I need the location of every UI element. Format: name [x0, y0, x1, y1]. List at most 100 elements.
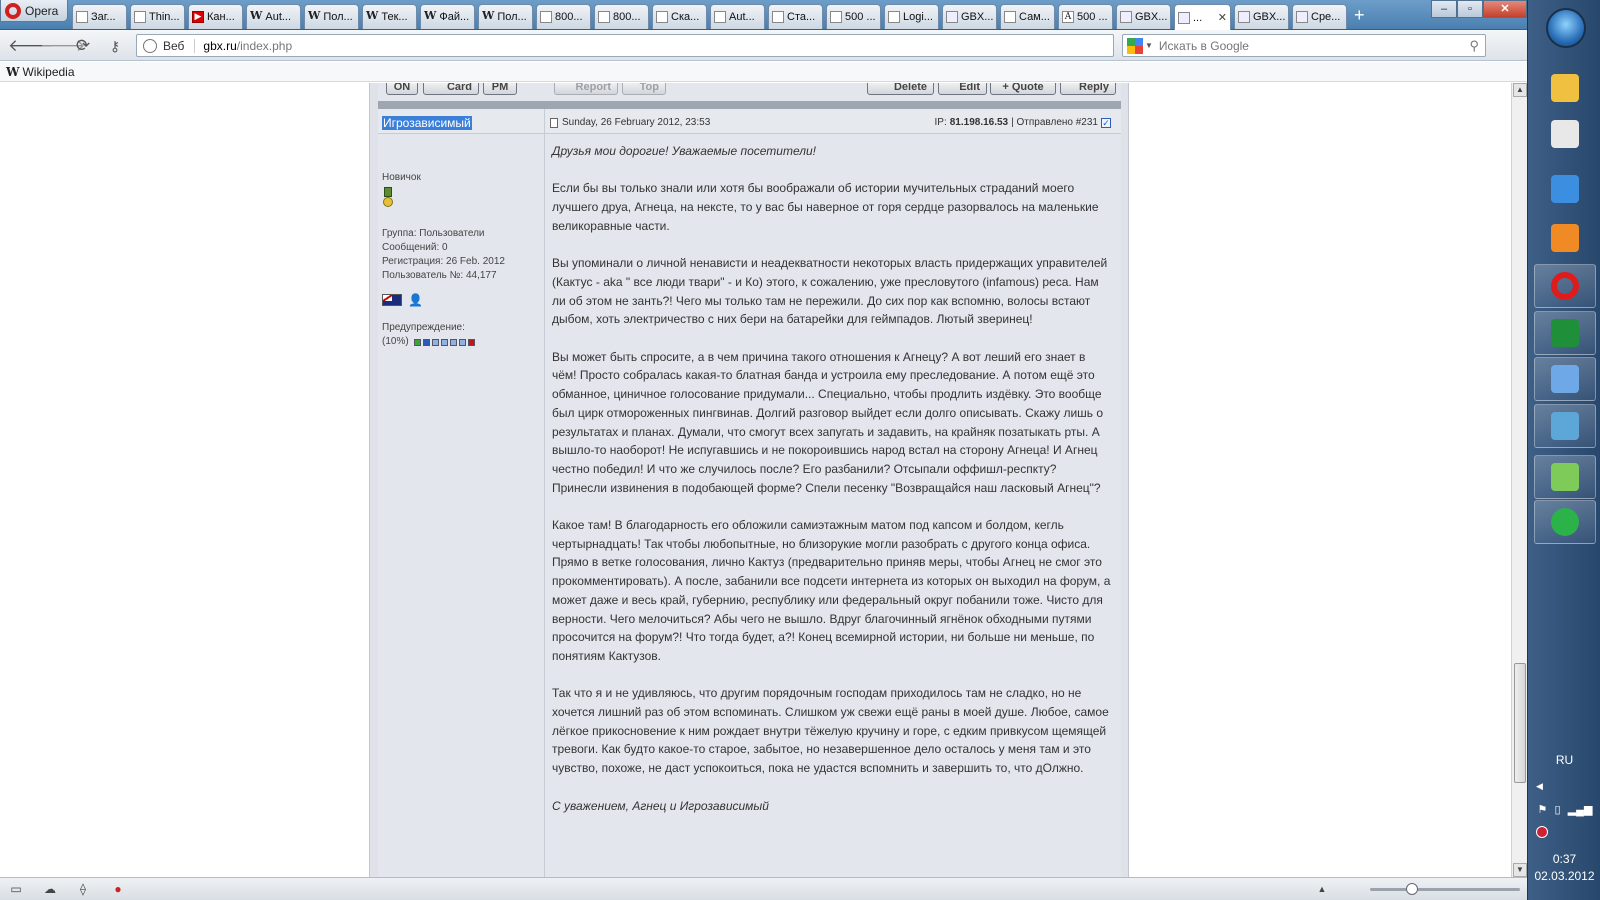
browser-tab[interactable]: Сам... — [1000, 4, 1055, 29]
user-number: Пользователь №: 44,177 — [382, 270, 497, 281]
taskbar-app-control-panel[interactable] — [1534, 357, 1596, 401]
taskbar-app-explorer[interactable] — [1534, 66, 1596, 110]
zoom-slider[interactable] — [1370, 888, 1520, 891]
zone-label: Веб — [163, 38, 196, 53]
post-header: Игрозависимый Sunday, 26 February 2012, … — [378, 109, 1121, 134]
page-icon — [76, 11, 88, 23]
close-window-button[interactable]: ✕ — [1483, 0, 1527, 18]
browser-tab[interactable]: Сре... — [1292, 4, 1347, 29]
card-button[interactable]: Card — [423, 83, 479, 95]
scroll-up-icon[interactable]: ▲ — [1513, 83, 1527, 97]
zoom-slider-knob[interactable] — [1406, 883, 1418, 895]
taskbar-app-media-player[interactable] — [1534, 216, 1596, 260]
pm-button[interactable]: PM — [483, 83, 517, 95]
browser-tab[interactable]: W Aut... — [246, 4, 301, 29]
browser-tab[interactable]: GBX... — [1116, 4, 1171, 29]
sent-label[interactable]: | Отправлено #231 — [1011, 117, 1098, 128]
report-button[interactable]: Report — [554, 83, 618, 95]
bookmarks-bar: W Wikipedia — [0, 62, 1527, 82]
post-author-link[interactable]: Игрозависимый — [382, 116, 472, 130]
taskbar-app-notepad[interactable] — [1534, 112, 1596, 156]
tray-expand-icon[interactable]: ◀ — [1536, 781, 1543, 792]
cloud-icon[interactable]: ☁ — [42, 882, 58, 896]
post-date-text: Sunday, 26 February 2012, 23:53 — [562, 117, 711, 128]
close-tab-icon[interactable]: ✕ — [1218, 11, 1227, 24]
tab-label: GBX... — [1253, 11, 1285, 23]
browser-tab[interactable]: W Фай... — [420, 4, 475, 29]
top-button[interactable]: Top — [622, 83, 666, 95]
browser-tab[interactable]: 500 ... — [826, 4, 881, 29]
browser-tab[interactable]: Заг... — [72, 4, 127, 29]
browser-tab[interactable]: GBX... — [1234, 4, 1289, 29]
browser-tab[interactable]: Cка... — [652, 4, 707, 29]
search-field[interactable]: ▼ ⚲ — [1122, 34, 1486, 57]
search-icon[interactable]: ⚲ — [1469, 38, 1479, 54]
browser-tab[interactable]: Aut... — [710, 4, 765, 29]
browser-tab[interactable]: ... ✕ — [1174, 4, 1231, 30]
new-tab-button[interactable]: + — [1354, 4, 1365, 30]
start-button[interactable] — [1546, 8, 1586, 48]
vertical-scrollbar[interactable]: ▲ ▼ — [1511, 83, 1527, 877]
on-button[interactable]: ON — [386, 83, 418, 95]
battery-icon[interactable]: ▯ — [1555, 803, 1561, 816]
taskbar-app-internet-explorer[interactable] — [1534, 167, 1596, 211]
address-bar[interactable]: Веб gbx.ru/index.php — [136, 34, 1114, 57]
browser-tab[interactable]: 800... — [594, 4, 649, 29]
bookmark-wikipedia[interactable]: Wikipedia — [22, 65, 74, 79]
clock-date[interactable]: 02.03.2012 — [1528, 869, 1600, 883]
taskbar-app-picture-viewer[interactable] — [1534, 404, 1596, 448]
browser-tab[interactable]: Thin... — [130, 4, 185, 29]
tab-label: Ста... — [787, 11, 816, 23]
taskbar-app-excel[interactable] — [1534, 311, 1596, 355]
back-button[interactable]: 🡐 — [8, 35, 54, 57]
language-indicator[interactable]: RU — [1528, 753, 1600, 767]
user-status-icon[interactable]: 👤 — [408, 293, 423, 307]
edit-button[interactable]: Edit — [938, 83, 987, 95]
scroll-down-icon[interactable]: ▼ — [1513, 863, 1527, 877]
post-frame: ON Card PM Report Top Delete Edit + Quot… — [378, 83, 1121, 877]
browser-tab[interactable]: ▶ Кан... — [188, 4, 243, 29]
action-center-icon[interactable]: ⚑ — [1538, 803, 1548, 816]
signal-icon[interactable]: ▂▄▆ — [1568, 803, 1593, 816]
taskbar-app-network-app[interactable] — [1534, 500, 1596, 544]
tab-label: Пол... — [323, 11, 353, 23]
minimize-button[interactable]: – — [1431, 0, 1457, 18]
browser-tab[interactable]: W Пол... — [304, 4, 359, 29]
delete-button[interactable]: Delete — [867, 83, 934, 95]
unite-icon[interactable]: ● — [110, 882, 126, 896]
maximize-button[interactable]: ▫ — [1457, 0, 1483, 18]
browser-tab[interactable]: W Тек... — [362, 4, 417, 29]
google-icon[interactable] — [1127, 37, 1143, 54]
zoom-toggle-icon[interactable]: ▲ — [1314, 882, 1330, 896]
system-tray: ⚑ ▯ ▂▄▆ — [1534, 803, 1596, 816]
reload-button[interactable]: ⟳ — [72, 35, 94, 57]
warning-decrease-icon[interactable] — [413, 338, 421, 346]
share-icon[interactable]: ⟠ — [75, 882, 91, 896]
select-post-checkbox[interactable]: ✓ — [1101, 117, 1111, 128]
scroll-thumb[interactable] — [1514, 663, 1526, 783]
browser-tab[interactable]: GBX... — [942, 4, 997, 29]
browser-tab[interactable]: A 500 ... — [1058, 4, 1113, 29]
opera-menu-button[interactable]: Opera — [0, 0, 68, 22]
browser-tab[interactable]: Logi... — [884, 4, 939, 29]
page-icon — [540, 11, 552, 23]
panel-toggle-icon[interactable]: ▭ — [8, 882, 24, 896]
antivirus-icon[interactable] — [1536, 826, 1548, 838]
warning-square-icon — [422, 338, 430, 346]
browser-tab[interactable]: Ста... — [768, 4, 823, 29]
recycle-app-icon — [1551, 463, 1579, 491]
clock-time[interactable]: 0:37 — [1528, 852, 1600, 866]
reply-button[interactable]: Reply — [1060, 83, 1116, 95]
taskbar-app-recycle-app[interactable] — [1534, 455, 1596, 499]
browser-tab[interactable]: W Пол... — [478, 4, 533, 29]
tab-label: Сре... — [1311, 11, 1341, 23]
warning-increase-icon[interactable] — [467, 338, 475, 346]
page-icon — [1004, 11, 1016, 23]
search-input[interactable] — [1158, 38, 1470, 53]
quote-button[interactable]: + Quote — [990, 83, 1056, 95]
wand-key-icon[interactable]: ⚷ — [104, 35, 126, 57]
forward-button[interactable]: 🡒 — [40, 35, 86, 57]
browser-tab[interactable]: 800... — [536, 4, 591, 29]
chevron-down-icon[interactable]: ▼ — [1145, 41, 1153, 50]
taskbar-app-opera[interactable] — [1534, 264, 1596, 308]
